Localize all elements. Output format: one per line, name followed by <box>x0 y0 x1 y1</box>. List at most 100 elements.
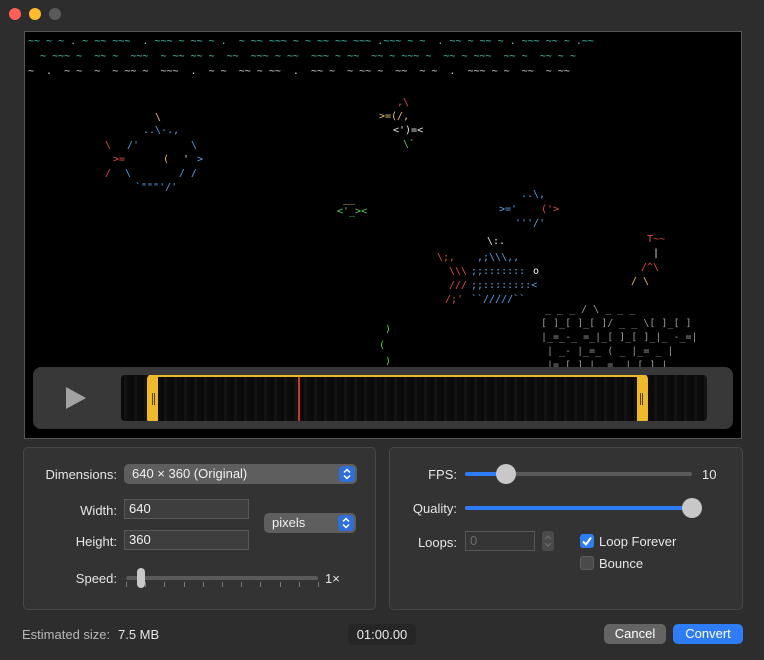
zoom-button[interactable] <box>49 8 61 20</box>
svg-text:/ /: / / <box>179 168 197 179</box>
dimensions-value: 640 × 360 (Original) <box>132 466 248 481</box>
speed-tick <box>164 582 166 587</box>
svg-text:T~~: T~~ <box>647 234 665 245</box>
svg-text:\:.: \:. <box>487 236 505 247</box>
svg-text:(: ( <box>163 154 169 165</box>
svg-text:\;,: \;, <box>437 252 455 263</box>
svg-text:,;\\\,,: ,;\\\,, <box>477 252 519 263</box>
height-label: Height: <box>75 534 117 549</box>
dimensions-popup[interactable]: 640 × 360 (Original) <box>124 464 357 484</box>
minimize-button[interactable] <box>29 8 41 20</box>
speed-tick <box>318 582 319 587</box>
trim-handle-icon <box>152 393 153 405</box>
svg-text:;;:::::::: ;;::::::: <box>471 266 525 277</box>
trim-handle-icon <box>642 393 643 405</box>
playback-bar <box>33 367 733 429</box>
svg-text:/^\: /^\ <box>641 262 659 273</box>
loop-forever-label: Loop Forever <box>599 534 677 549</box>
svg-text:\\\: \\\ <box>449 266 467 277</box>
svg-text:/;': /;' <box>445 294 463 305</box>
dimensions-label: Dimensions: <box>45 467 117 482</box>
quality-slider-knob[interactable] <box>682 498 702 518</box>
height-field[interactable]: 360 <box>124 530 249 550</box>
speed-tick <box>298 582 300 587</box>
svg-text:///: /// <box>449 280 467 291</box>
svg-text:>=': >=' <box>499 204 517 215</box>
checkmark-icon <box>582 536 592 547</box>
loops-field[interactable]: 0 <box>465 531 535 551</box>
playhead[interactable] <box>298 377 300 421</box>
svg-text:o: o <box>533 266 539 277</box>
svg-text:(: ( <box>379 340 385 351</box>
svg-text:\: \ <box>191 140 197 151</box>
speed-label: Speed: <box>75 571 117 586</box>
speed-tick <box>241 582 243 587</box>
svg-text:/': /' <box>127 140 139 151</box>
trim-start-handle[interactable] <box>149 377 158 421</box>
svg-text:,\: ,\ <box>397 97 409 108</box>
speed-tick <box>279 582 281 587</box>
loops-stepper[interactable] <box>542 531 554 551</box>
trim-end-handle[interactable] <box>637 377 646 421</box>
svg-text:': ' <box>183 154 189 165</box>
svg-text:): ) <box>385 324 391 335</box>
convert-button[interactable]: Convert <box>673 624 743 644</box>
popup-arrows-icon <box>338 515 354 531</box>
speed-tick <box>222 582 223 587</box>
svg-text:'''/': '''/' <box>515 218 545 229</box>
svg-text:_ _ _ / \ _ _ _: _ _ _ / \ _ _ _ <box>545 304 636 315</box>
popup-arrows-icon <box>339 466 355 482</box>
svg-text:| _- |_=_ ( _ |_= _ |: | _- |_=_ ( _ |_= _ | <box>547 346 673 357</box>
play-icon <box>66 387 86 409</box>
width-field[interactable]: 640 <box>124 499 249 519</box>
trim-handle-icon <box>640 393 641 405</box>
svg-text:/: / <box>105 168 111 179</box>
play-button[interactable] <box>59 383 89 413</box>
svg-text:..\,: ..\, <box>521 189 545 200</box>
estimated-size-value: 7.5 MB <box>118 627 160 642</box>
quality-slider[interactable] <box>465 506 692 510</box>
bounce-label: Bounce <box>599 556 644 571</box>
svg-text:<'_><: <'_>< <box>337 206 367 217</box>
svg-text:``/////``: ``/////`` <box>471 293 525 305</box>
duration-display: 01:00.00 <box>348 624 416 645</box>
title-bar <box>0 0 764 28</box>
output-panel: FPS: 10 Quality: Loops: 0 Loop Forever B… <box>389 447 743 610</box>
svg-text:..\-.,: ..\-., <box>143 125 179 136</box>
trim-range[interactable] <box>147 375 648 421</box>
speed-tick <box>260 582 262 587</box>
trim-handle-icon <box>154 393 155 405</box>
close-button[interactable] <box>9 8 21 20</box>
svg-text:\: \ <box>125 168 131 179</box>
timeline-track[interactable] <box>121 375 707 421</box>
cancel-button[interactable]: Cancel <box>604 624 666 644</box>
units-value: pixels <box>272 515 306 530</box>
svg-text:\: \ <box>105 140 111 151</box>
loops-label: Loops: <box>417 535 457 550</box>
fps-slider-knob[interactable] <box>495 464 516 484</box>
svg-text:;;::::::::<: ;;::::::::< <box>471 280 537 291</box>
speed-slider-knob[interactable] <box>137 568 146 588</box>
fps-label: FPS: <box>428 467 457 482</box>
gif-export-window: ~~ ~ ~ . ~ ~~ ~~~ . ~~~ ~ ~~ ~ . ~ ~~ ~~… <box>0 0 764 660</box>
estimated-size-label: Estimated size: <box>22 627 111 642</box>
svg-text:`"""'/': `"""'/' <box>135 181 177 193</box>
svg-text:\: \ <box>155 112 161 123</box>
quality-slider-fill <box>465 506 692 510</box>
svg-text:>=(/,: >=(/, <box>379 111 409 122</box>
loop-forever-checkbox[interactable] <box>580 534 594 548</box>
video-preview: ~~ ~ ~ . ~ ~~ ~~~ . ~~~ ~ ~~ ~ . ~ ~~ ~~… <box>24 31 742 439</box>
svg-text:<')=<: <')=< <box>393 125 423 136</box>
dimensions-panel: Dimensions: 640 × 360 (Original) Width: … <box>23 447 376 610</box>
speed-tick <box>183 582 185 587</box>
bounce-checkbox[interactable] <box>580 556 594 570</box>
speed-tick <box>202 582 204 587</box>
svg-text:/ \: / \ <box>631 276 649 287</box>
svg-text:>=: >= <box>113 154 125 165</box>
speed-tick <box>145 582 147 587</box>
svg-text:\`: \` <box>403 138 415 150</box>
fps-value: 10 <box>702 467 717 482</box>
units-popup[interactable]: pixels <box>264 513 356 533</box>
speed-slider[interactable] <box>126 576 318 580</box>
svg-text:('>: ('> <box>541 204 559 215</box>
